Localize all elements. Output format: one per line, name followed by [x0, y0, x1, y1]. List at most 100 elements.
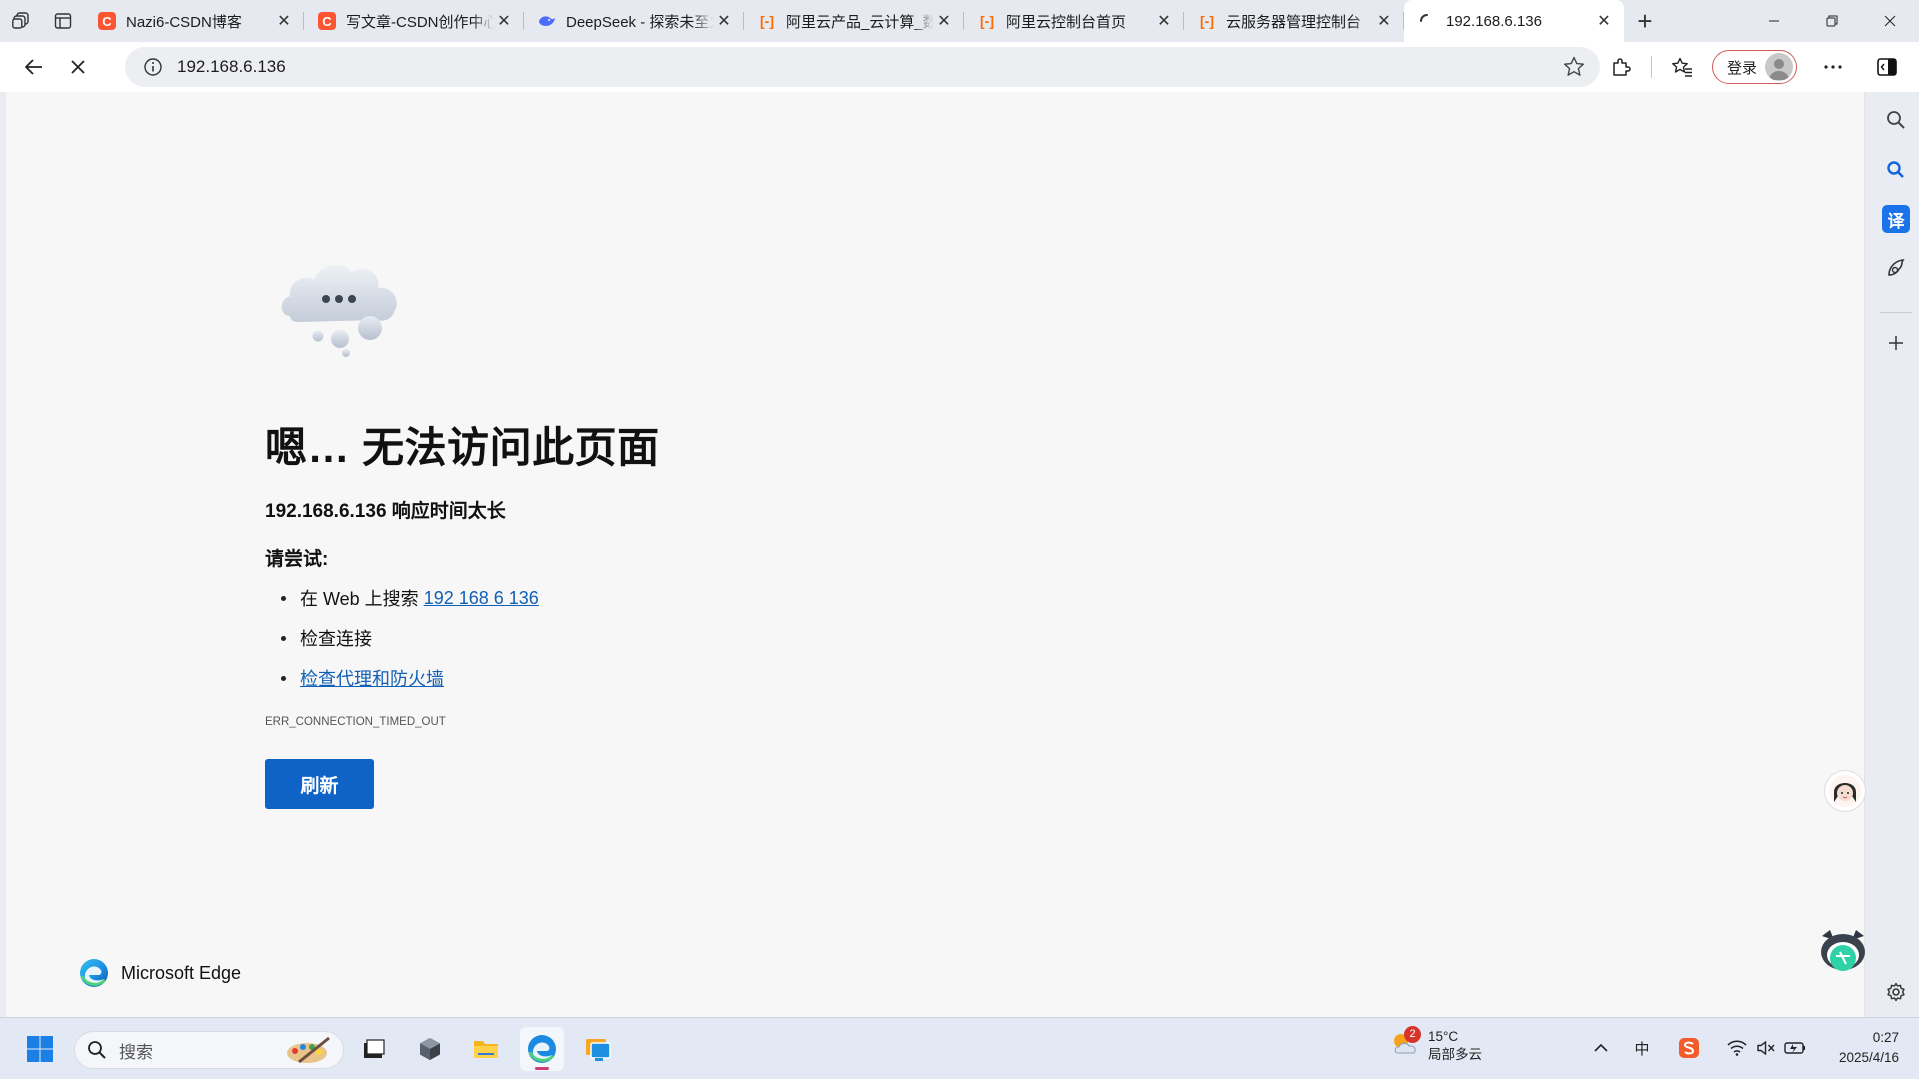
bullet	[281, 675, 286, 681]
weather-widget[interactable]: 2 15°C 局部多云	[1390, 1025, 1482, 1064]
folder-icon	[474, 1041, 498, 1058]
windows-taskbar: 搜索 2 15°C 局部多云 中 0:27 2025/4/16	[0, 1017, 1919, 1079]
assistant-avatar-button[interactable]	[1824, 770, 1866, 812]
tab-strip: C Nazi6-CSDN博客 ✕ C 写文章-CSDN创作中心 ✕ DeepSe…	[0, 0, 1919, 42]
close-tab-icon[interactable]: ✕	[494, 11, 514, 31]
system-clock[interactable]: 0:27 2025/4/16	[1839, 1028, 1899, 1068]
sidebar-tool-button[interactable]	[1882, 254, 1910, 282]
login-button[interactable]: 登录	[1711, 50, 1797, 84]
search-icon	[88, 1041, 106, 1059]
tab-deepseek[interactable]: DeepSeek - 探索未至之境 ✕	[524, 0, 744, 42]
puzzle-icon	[1613, 58, 1631, 76]
cloud-error-icon	[281, 265, 397, 357]
close-tab-icon[interactable]: ✕	[714, 11, 734, 31]
volume-button[interactable]	[1752, 1034, 1780, 1062]
close-tab-icon[interactable]: ✕	[274, 11, 294, 31]
wifi-icon	[1727, 1040, 1747, 1056]
minimize-button[interactable]	[1745, 0, 1803, 42]
taskbar-search-box[interactable]: 搜索	[74, 1031, 344, 1069]
tab-title: 写文章-CSDN创作中心	[346, 13, 494, 31]
tab-csdn-editor[interactable]: C 写文章-CSDN创作中心 ✕	[304, 0, 524, 42]
error-subtitle: 192.168.6.136 响应时间太长	[265, 501, 506, 522]
suggestion-search: 在 Web 上搜索 192 168 6 136	[281, 578, 539, 618]
tab-title: 阿里云产品_云计算_数据	[786, 13, 934, 31]
weather-badge: 2	[1404, 1025, 1421, 1043]
close-window-button[interactable]	[1861, 0, 1919, 42]
refresh-button[interactable]: 刷新	[265, 759, 374, 809]
battery-button[interactable]	[1781, 1034, 1809, 1062]
sidebar-add-button[interactable]	[1882, 329, 1910, 357]
web-search-link[interactable]: 192 168 6 136	[424, 588, 539, 609]
avatar-icon	[1829, 775, 1861, 807]
check-connection-text: 检查连接	[300, 629, 372, 649]
sidebar-translate-button[interactable]: 译	[1882, 205, 1910, 233]
taskbar-remote-app[interactable]	[576, 1027, 620, 1071]
csdn-icon: C	[318, 12, 336, 30]
edge-logo-icon	[528, 1035, 556, 1063]
check-proxy-link[interactable]: 检查代理和防火墙	[300, 665, 444, 691]
back-button[interactable]	[12, 47, 56, 87]
login-label: 登录	[1726, 59, 1757, 77]
tab-active-ip[interactable]: 192.168.6.136 ✕	[1404, 0, 1624, 42]
weather-temp: 15°C	[1428, 1029, 1459, 1044]
sidebar-toggle-button[interactable]	[1865, 47, 1909, 87]
taskbar-search-placeholder: 搜索	[119, 1042, 153, 1062]
favorite-star-icon[interactable]	[1562, 55, 1586, 79]
deepseek-icon	[538, 12, 556, 30]
sidebar-icon	[1877, 58, 1897, 76]
toolbar-divider	[1650, 56, 1652, 78]
volume-muted-icon	[1757, 1040, 1775, 1056]
sogou-ime-button[interactable]	[1675, 1034, 1703, 1062]
url-text: 192.168.6.136	[177, 57, 286, 76]
sidebar-search-button[interactable]	[1882, 106, 1910, 134]
sidebar-settings-button[interactable]	[1882, 978, 1910, 1006]
more-dots-icon	[1824, 65, 1842, 69]
close-tab-icon[interactable]: ✕	[934, 11, 954, 31]
suggestion-list: 在 Web 上搜索 192 168 6 136 检查连接 检查代理和防火墙	[281, 578, 539, 698]
new-tab-button[interactable]: +	[1624, 0, 1666, 42]
search-icon	[1887, 111, 1905, 129]
sidebar-divider	[1880, 312, 1912, 313]
tab-ecs-console[interactable]: [-] 云服务器管理控制台 ✕	[1184, 0, 1404, 42]
restore-button[interactable]	[1803, 0, 1861, 42]
edge-logo-icon	[80, 959, 108, 987]
taskbar-app-cube[interactable]	[408, 1027, 452, 1071]
palette-icon	[287, 1036, 330, 1064]
loading-icon	[1418, 12, 1436, 30]
stop-loading-button[interactable]	[56, 47, 100, 87]
close-tab-icon[interactable]: ✕	[1154, 11, 1174, 31]
tab-aliyun-products[interactable]: [-] 阿里云产品_云计算_数据 ✕	[744, 0, 964, 42]
site-info-icon[interactable]	[143, 57, 163, 77]
ime-label: 中	[1634, 1040, 1650, 1058]
tab-csdn-blog[interactable]: C Nazi6-CSDN博客 ✕	[84, 0, 304, 42]
tab-aliyun-console[interactable]: [-] 阿里云控制台首页 ✕	[964, 0, 1184, 42]
translate-icon: 译	[1887, 211, 1905, 231]
vertical-tabs-icon	[54, 13, 72, 29]
favorites-button[interactable]	[1660, 47, 1704, 87]
taskbar-edge[interactable]	[520, 1027, 564, 1071]
settings-more-button[interactable]	[1811, 47, 1855, 87]
cube-app-icon	[420, 1038, 440, 1060]
start-button[interactable]	[18, 1027, 62, 1071]
tab-actions-button[interactable]	[42, 0, 84, 42]
suggestion-check-connection: 检查连接	[281, 618, 539, 658]
try-label: 请尝试:	[265, 549, 329, 570]
close-tab-icon[interactable]: ✕	[1594, 11, 1614, 31]
mascot-cat-icon[interactable]	[1816, 926, 1870, 976]
aliyun-icon: [-]	[1200, 13, 1214, 29]
show-hidden-icons-button[interactable]	[1587, 1034, 1615, 1062]
error-title: 嗯… 无法访问此页面	[265, 424, 660, 471]
profile-avatar-icon	[1765, 53, 1793, 81]
address-bar[interactable]: 192.168.6.136	[125, 47, 1600, 87]
sidebar-bing-search-button[interactable]	[1882, 156, 1910, 184]
extensions-button[interactable]	[1599, 47, 1643, 87]
quill-icon	[1888, 258, 1905, 276]
close-icon	[1884, 15, 1896, 27]
taskbar-file-explorer[interactable]	[464, 1027, 508, 1071]
search-prefix-text: 在 Web 上搜索	[300, 589, 424, 609]
close-tab-icon[interactable]: ✕	[1374, 11, 1394, 31]
task-view-button[interactable]	[352, 1027, 396, 1071]
wifi-button[interactable]	[1723, 1034, 1751, 1062]
ime-indicator[interactable]: 中	[1628, 1034, 1656, 1062]
workspaces-button[interactable]	[0, 0, 42, 42]
